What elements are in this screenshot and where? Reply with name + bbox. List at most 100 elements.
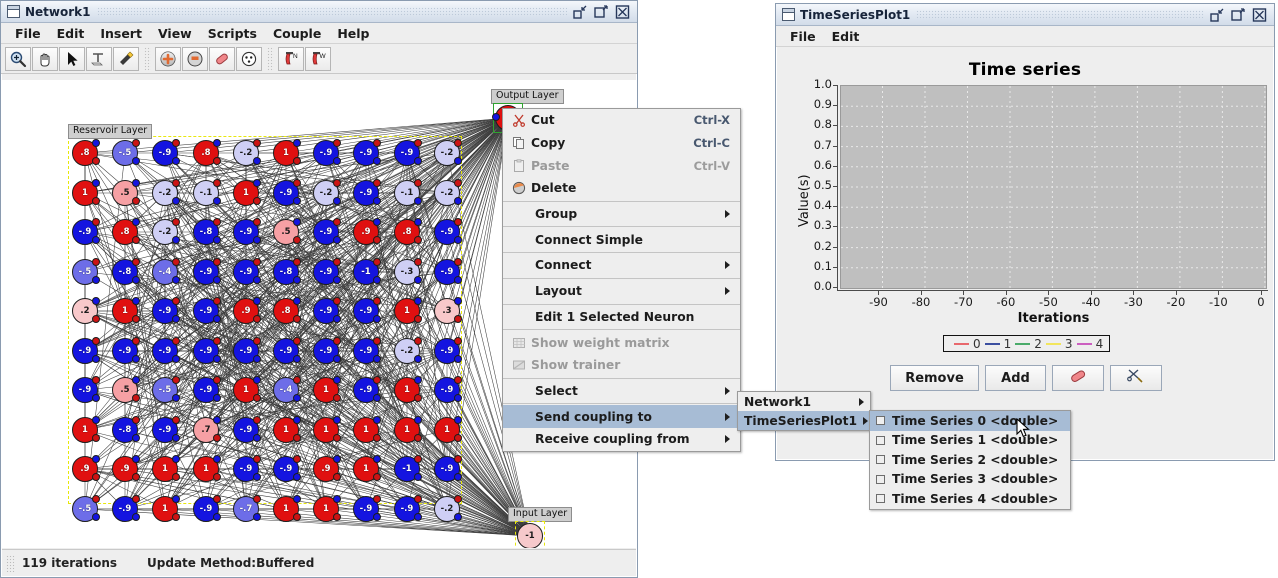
text-tool-button[interactable] bbox=[86, 47, 112, 71]
checkbox-icon[interactable] bbox=[876, 455, 885, 464]
neuron[interactable]: .2 bbox=[72, 298, 98, 324]
checkbox-icon[interactable] bbox=[876, 494, 885, 503]
neuron[interactable]: -.9 bbox=[353, 338, 379, 364]
neuron[interactable]: -.9 bbox=[313, 259, 339, 285]
neuron[interactable]: .9 bbox=[233, 298, 259, 324]
neuron[interactable]: -1 bbox=[353, 259, 379, 285]
neuron[interactable]: -.9 bbox=[434, 259, 460, 285]
neuron[interactable]: -.9 bbox=[233, 417, 259, 443]
neuron[interactable]: -.9 bbox=[233, 338, 259, 364]
neuron[interactable]: .9 bbox=[353, 219, 379, 245]
neuron[interactable]: -.9 bbox=[193, 338, 219, 364]
neuron[interactable]: .8 bbox=[72, 140, 98, 166]
context-menu-item-copy[interactable]: Copy Ctrl-C bbox=[503, 132, 740, 155]
maximize-button[interactable] bbox=[594, 5, 609, 19]
neuron[interactable]: .7 bbox=[193, 417, 219, 443]
neuron[interactable]: -.9 bbox=[152, 417, 178, 443]
clear-button[interactable] bbox=[1052, 365, 1104, 391]
time-series-submenu[interactable]: Time Series 0 <double> Time Series 1 <do… bbox=[869, 410, 1071, 510]
neuron[interactable]: -.1 bbox=[193, 180, 219, 206]
submenu-item-time-series-1[interactable]: Time Series 1 <double> bbox=[870, 431, 1070, 451]
neuron[interactable]: .8 bbox=[193, 140, 219, 166]
neuron[interactable]: -.9 bbox=[193, 298, 219, 324]
submenu-item-time-series-0[interactable]: Time Series 0 <double> bbox=[870, 411, 1070, 431]
neuron[interactable]: -.9 bbox=[353, 496, 379, 522]
plot-menu-file[interactable]: File bbox=[782, 27, 824, 46]
neuron[interactable]: -.4 bbox=[273, 377, 299, 403]
add-neuron-button[interactable] bbox=[155, 47, 181, 71]
neuron[interactable]: -.9 bbox=[152, 338, 178, 364]
neuron[interactable]: -.9 bbox=[273, 338, 299, 364]
plot-menu-edit[interactable]: Edit bbox=[824, 27, 868, 46]
neuron[interactable]: -.9 bbox=[313, 219, 339, 245]
close-button[interactable] bbox=[615, 5, 630, 19]
input-neuron[interactable]: -1 bbox=[517, 523, 543, 548]
send-coupling-submenu[interactable]: Network1 TimeSeriesPlot1 bbox=[737, 391, 871, 431]
neuron[interactable]: -.8 bbox=[112, 417, 138, 443]
menu-file[interactable]: File bbox=[7, 24, 49, 43]
neuron[interactable]: -.9 bbox=[434, 219, 460, 245]
neuron[interactable]: -.2 bbox=[434, 140, 460, 166]
neuron[interactable]: -.9 bbox=[233, 259, 259, 285]
neuron[interactable]: -.2 bbox=[233, 140, 259, 166]
neuron[interactable]: -1 bbox=[394, 456, 420, 482]
neuron[interactable]: -.5 bbox=[112, 140, 138, 166]
neuron[interactable]: -.9 bbox=[72, 219, 98, 245]
neuron[interactable]: .8 bbox=[394, 219, 420, 245]
neuron[interactable]: 1 bbox=[313, 417, 339, 443]
neuron[interactable]: -.8 bbox=[273, 259, 299, 285]
checkbox-icon[interactable] bbox=[876, 475, 885, 484]
neuron-group-button[interactable] bbox=[182, 47, 208, 71]
neuron[interactable]: .9 bbox=[313, 456, 339, 482]
minimize-button[interactable] bbox=[573, 5, 588, 19]
neuron[interactable]: -.9 bbox=[233, 456, 259, 482]
neuron[interactable]: -.9 bbox=[353, 298, 379, 324]
pan-tool-button[interactable] bbox=[32, 47, 58, 71]
checkbox-icon[interactable] bbox=[876, 416, 885, 425]
context-menu-item-connect-simple[interactable]: Connect Simple bbox=[503, 228, 740, 251]
clamp-weights-button[interactable]: W bbox=[305, 47, 331, 71]
neuron[interactable]: 1 bbox=[394, 417, 420, 443]
neuron[interactable]: 1 bbox=[233, 377, 259, 403]
neuron[interactable]: 1 bbox=[273, 417, 299, 443]
neuron[interactable]: -.9 bbox=[434, 377, 460, 403]
neuron[interactable]: .3 bbox=[434, 298, 460, 324]
neuron[interactable]: .9 bbox=[72, 456, 98, 482]
submenu-item-time-series-4[interactable]: Time Series 4 <double> bbox=[870, 489, 1070, 509]
select-tool-button[interactable] bbox=[59, 47, 85, 71]
neuron[interactable]: -.9 bbox=[394, 496, 420, 522]
neuron[interactable]: -.9 bbox=[112, 496, 138, 522]
neuron[interactable]: -.4 bbox=[152, 259, 178, 285]
neuron[interactable]: -.2 bbox=[152, 180, 178, 206]
neuron[interactable]: 1 bbox=[152, 496, 178, 522]
eraser-button[interactable] bbox=[209, 47, 235, 71]
neuron[interactable]: -.9 bbox=[273, 456, 299, 482]
network-context-menu[interactable]: Cut Ctrl-X Copy Ctrl-C Paste Ctrl-V Dele… bbox=[502, 108, 741, 452]
neuron[interactable]: 1 bbox=[233, 180, 259, 206]
menu-couple[interactable]: Couple bbox=[265, 24, 329, 43]
neuron[interactable]: 1 bbox=[313, 496, 339, 522]
neuron[interactable]: .5 bbox=[112, 180, 138, 206]
context-menu-item-connect[interactable]: Connect bbox=[503, 254, 740, 277]
neuron[interactable]: -.9 bbox=[193, 377, 219, 403]
context-menu-item-cut[interactable]: Cut Ctrl-X bbox=[503, 109, 740, 132]
neuron[interactable]: -.5 bbox=[72, 496, 98, 522]
neuron[interactable]: -.8 bbox=[112, 259, 138, 285]
neuron[interactable]: 1 bbox=[353, 456, 379, 482]
neuron[interactable]: -.3 bbox=[394, 259, 420, 285]
neuron[interactable]: 1 bbox=[112, 298, 138, 324]
neuron[interactable]: 1 bbox=[72, 180, 98, 206]
context-menu-item-layout[interactable]: Layout bbox=[503, 280, 740, 303]
submenu-item-network1[interactable]: Network1 bbox=[738, 392, 870, 411]
menu-view[interactable]: View bbox=[150, 24, 200, 43]
menu-edit[interactable]: Edit bbox=[49, 24, 93, 43]
context-menu-item-group[interactable]: Group bbox=[503, 203, 740, 226]
submenu-item-timeseriesplot1[interactable]: TimeSeriesPlot1 bbox=[738, 411, 870, 430]
neuron[interactable]: -.9 bbox=[313, 140, 339, 166]
neuron[interactable]: -.9 bbox=[112, 338, 138, 364]
neuron[interactable]: 1 bbox=[313, 377, 339, 403]
neuron[interactable]: 1 bbox=[72, 417, 98, 443]
context-menu-item-edit-selected-neuron[interactable]: Edit 1 Selected Neuron bbox=[503, 306, 740, 329]
context-menu-item-receive-coupling-from[interactable]: Receive coupling from bbox=[503, 428, 740, 451]
neuron[interactable]: -.2 bbox=[434, 496, 460, 522]
